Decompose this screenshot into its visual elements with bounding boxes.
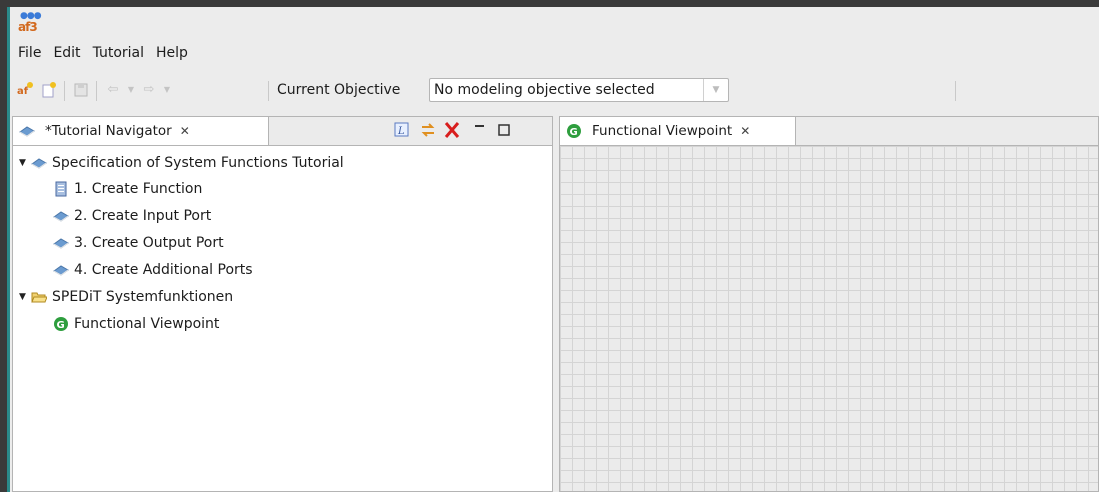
tree-item[interactable]: ▼ SPEDiT Systemfunktionen	[19, 287, 233, 307]
tab-functional-viewpoint[interactable]: G Functional Viewpoint ✕	[560, 117, 796, 145]
delete-x-icon[interactable]	[443, 121, 461, 139]
menu-help[interactable]: Help	[150, 45, 194, 65]
back-dropdown-icon[interactable]: ▼	[122, 81, 140, 99]
tree-item[interactable]: 4. Create Additional Ports	[53, 260, 253, 280]
tab-tutorial-navigator[interactable]: *Tutorial Navigator ✕	[13, 117, 269, 145]
editor-tab-label: Functional Viewpoint	[592, 123, 733, 139]
tree-item-label: Functional Viewpoint	[74, 316, 220, 332]
objective-dropdown[interactable]: No modeling objective selected ▼	[429, 78, 729, 102]
tree-item-label: SPEDiT Systemfunktionen	[52, 289, 234, 305]
tutorial-book-icon	[19, 123, 35, 139]
tutorial-book-icon	[53, 235, 69, 251]
document-icon	[53, 181, 69, 197]
link-editor-icon[interactable]: L	[393, 121, 411, 139]
expand-triangle-icon[interactable]: ▼	[19, 158, 31, 168]
new-project-icon[interactable]: af	[16, 81, 34, 99]
svg-text:G: G	[57, 320, 65, 331]
objective-value: No modeling objective selected	[434, 82, 655, 98]
new-model-icon[interactable]	[40, 81, 58, 99]
back-arrow-icon[interactable]: ⇦	[104, 81, 122, 99]
tutorial-book-icon	[53, 262, 69, 278]
menu-edit[interactable]: Edit	[47, 45, 86, 65]
tree-item[interactable]: G Functional Viewpoint	[53, 314, 219, 334]
diagram-canvas[interactable]	[560, 146, 1098, 491]
tree-item[interactable]: 2. Create Input Port	[53, 206, 211, 226]
minimize-icon[interactable]	[471, 121, 489, 139]
close-icon[interactable]: ✕	[180, 124, 190, 138]
main-toolbar: af ⇦ ▼ ⇨ ▼ Current Objective No modeling…	[12, 77, 1097, 105]
menu-file[interactable]: File	[12, 45, 47, 65]
current-objective-label: Current Objective	[277, 82, 401, 98]
navigator-tab-label: *Tutorial Navigator	[45, 123, 172, 139]
tree-item[interactable]: ▼ Specification of System Functions Tuto…	[19, 153, 344, 173]
tree-item-label: Specification of System Functions Tutori…	[52, 155, 344, 171]
navigator-tab-row: *Tutorial Navigator ✕ L	[13, 117, 552, 146]
svg-text:G: G	[570, 127, 578, 138]
app-window: ●●● af3 File Edit Tutorial Help af ⇦ ▼ ⇨…	[7, 7, 1099, 492]
forward-dropdown-icon[interactable]: ▼	[158, 81, 176, 99]
tree-item-label: 1. Create Function	[74, 181, 203, 197]
window-accent-bar	[7, 7, 10, 492]
tree-item-label: 2. Create Input Port	[74, 208, 212, 224]
tree-item-label: 3. Create Output Port	[74, 235, 224, 251]
functional-viewpoint-editor: G Functional Viewpoint ✕	[559, 116, 1099, 492]
svg-text:af: af	[17, 86, 29, 97]
sync-arrows-icon[interactable]	[419, 121, 437, 139]
tree-item-label: 4. Create Additional Ports	[74, 262, 253, 278]
menu-bar: File Edit Tutorial Help	[12, 45, 194, 65]
tutorial-book-icon	[53, 208, 69, 224]
forward-arrow-icon[interactable]: ⇨	[140, 81, 158, 99]
tutorial-book-icon	[31, 155, 47, 171]
save-icon[interactable]	[72, 81, 90, 99]
svg-text:L: L	[397, 126, 405, 137]
menu-tutorial[interactable]: Tutorial	[87, 45, 150, 65]
tree-item[interactable]: 1. Create Function	[53, 179, 202, 199]
green-g-icon: G	[566, 123, 582, 139]
green-g-icon: G	[53, 316, 69, 332]
folder-open-icon	[31, 289, 48, 305]
tree-item[interactable]: 3. Create Output Port	[53, 233, 224, 253]
editor-tab-row: G Functional Viewpoint ✕	[560, 117, 1098, 146]
maximize-icon[interactable]	[495, 121, 513, 139]
chevron-down-icon[interactable]: ▼	[703, 79, 728, 101]
af3-logo-icon: ●●● af3	[18, 11, 42, 35]
close-icon[interactable]: ✕	[740, 124, 750, 138]
tutorial-navigator-view: *Tutorial Navigator ✕ L ▼ Specification …	[12, 116, 553, 492]
expand-triangle-icon[interactable]: ▼	[19, 292, 31, 302]
